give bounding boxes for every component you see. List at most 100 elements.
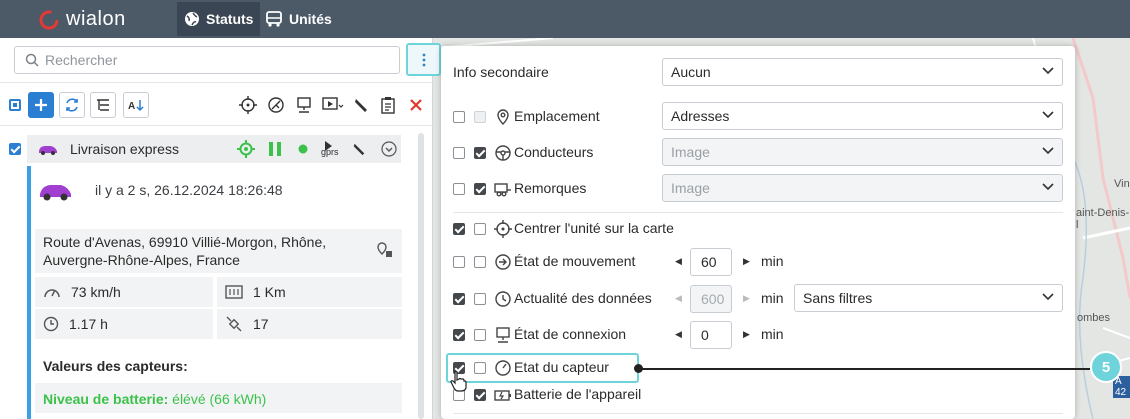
sort-button[interactable]: A [123,92,149,118]
device-battery-secondary-checkbox[interactable] [474,389,486,401]
kebab-menu-button[interactable] [406,43,441,76]
panel-scrollbar[interactable] [418,133,424,419]
car-large-icon [40,185,71,201]
satellite-icon [226,316,242,332]
gprs-label: gprs [321,147,339,157]
drivers-secondary-checkbox[interactable] [474,147,486,159]
location-select[interactable]: Adresses [662,102,1063,130]
tab-statuts-label: Statuts [206,11,254,27]
tab-unites[interactable]: Unités [258,2,339,36]
tools-button[interactable] [348,92,374,118]
bus-icon [266,11,282,27]
chevron-down-icon [1042,67,1054,75]
device-battery-label: Batterie de l'appareil [514,386,642,402]
commands-button[interactable] [320,92,346,118]
map-label: aint-Denis-l [1076,207,1130,231]
duration-cell: 1.17 h [35,309,213,339]
decrement-arrow-icon[interactable]: ◀ [675,256,682,267]
chevron-down-icon [1042,147,1054,155]
search-field[interactable]: Rechercher [14,46,400,74]
decrement-arrow-icon[interactable]: ◀ [675,329,682,340]
search-icon [25,53,39,67]
last-update-time: il y a 2 s, 26.12.2024 18:26:48 [95,182,283,198]
unit-row[interactable]: Livraison express gprs [0,134,433,164]
freshness-icon [495,291,511,307]
add-unit-button[interactable] [28,92,54,118]
tab-statuts[interactable]: Statuts [177,2,261,36]
connection-state-input[interactable]: 0 [690,321,732,349]
center-unit-checkbox[interactable] [453,223,465,235]
signal-button[interactable] [263,92,289,118]
location-target-icon[interactable] [237,140,255,158]
trailer-icon [494,183,511,197]
movement-state-checkbox[interactable] [453,256,465,268]
connection-state-checkbox[interactable] [453,329,465,341]
secondary-info-select[interactable]: Aucun [662,58,1063,86]
refresh-button[interactable] [59,92,85,118]
movement-state-row: État de mouvement ◀ 60 ▶ min [441,246,1075,278]
duration-value: 1.17 h [69,316,108,332]
tree-icon [97,99,109,111]
center-unit-label: Centrer l'unité sur la carte [514,220,674,236]
geofence-icon[interactable] [375,241,393,259]
clipboard-icon [381,97,395,114]
device-button[interactable] [291,92,317,118]
chevron-circle-icon[interactable] [381,141,397,157]
center-unit-secondary-checkbox[interactable] [474,223,486,235]
increment-arrow-icon[interactable]: ▶ [743,329,750,340]
trailers-secondary-checkbox[interactable] [474,183,486,195]
minutes-unit: min [761,326,784,342]
wialon-logo[interactable]: wialon [38,8,126,31]
mileage-value: 1 Km [253,284,286,300]
data-freshness-secondary-checkbox[interactable] [474,293,486,305]
secondary-info-value: Aucun [671,64,711,80]
trailers-value: Image [671,180,710,196]
pause-icon [269,142,281,156]
globe-icon [185,12,199,26]
battery-sensor-label: Niveau de batterie: [43,391,169,407]
wrench-icon[interactable] [352,142,366,156]
group-tree-button[interactable] [90,92,116,118]
gprs-icon: gprs [321,138,343,160]
movement-state-value: 60 [701,254,717,270]
signal-icon [268,97,284,113]
odometer-icon [225,285,243,299]
data-freshness-filter-select[interactable]: Sans filtres [794,284,1063,312]
close-icon [410,99,422,111]
chevron-down-icon [1042,293,1054,301]
location-pin-icon [497,109,509,125]
sort-az-icon: A [128,100,144,112]
delete-button[interactable] [403,92,429,118]
movement-state-label: État de mouvement [514,253,636,269]
secondary-info-label: Info secondaire [453,64,549,80]
unit-checkbox[interactable] [9,143,21,155]
increment-arrow-icon[interactable]: ▶ [743,256,750,267]
locate-button[interactable] [235,92,261,118]
battery-sensor-row: Niveau de batterie: élévé (66 kWh) [35,383,402,413]
callout-number: 5 [1101,358,1111,376]
map-label: Vin [1114,178,1130,190]
panel-toolbar: A [0,82,433,126]
trailers-checkbox[interactable] [453,183,465,195]
connection-state-secondary-checkbox[interactable] [474,329,486,341]
refresh-icon [66,98,78,112]
location-checkbox[interactable] [453,111,465,123]
trailers-select: Image [662,174,1063,202]
secondary-info-row: Info secondaire Aucun [441,56,1075,88]
vertical-dots-icon [422,53,425,66]
online-status-icon [298,144,308,154]
speed-value: 73 km/h [71,284,121,300]
report-button[interactable] [375,92,401,118]
drivers-checkbox[interactable] [453,147,465,159]
connection-state-value: 0 [701,327,709,343]
top-bar: wialon Statuts Unités [0,0,1130,38]
tab-unites-label: Unités [289,11,332,27]
crosshair-icon [239,96,257,114]
movement-state-secondary-checkbox[interactable] [474,256,486,268]
data-freshness-checkbox[interactable] [453,293,465,305]
unit-address: Route d'Avenas, 69910 Villié-Morgon, Rhô… [35,229,402,273]
select-all-checkbox[interactable] [2,92,28,118]
play-screen-icon [322,97,344,110]
logo-text: wialon [66,8,126,30]
movement-state-input[interactable]: 60 [690,248,732,276]
